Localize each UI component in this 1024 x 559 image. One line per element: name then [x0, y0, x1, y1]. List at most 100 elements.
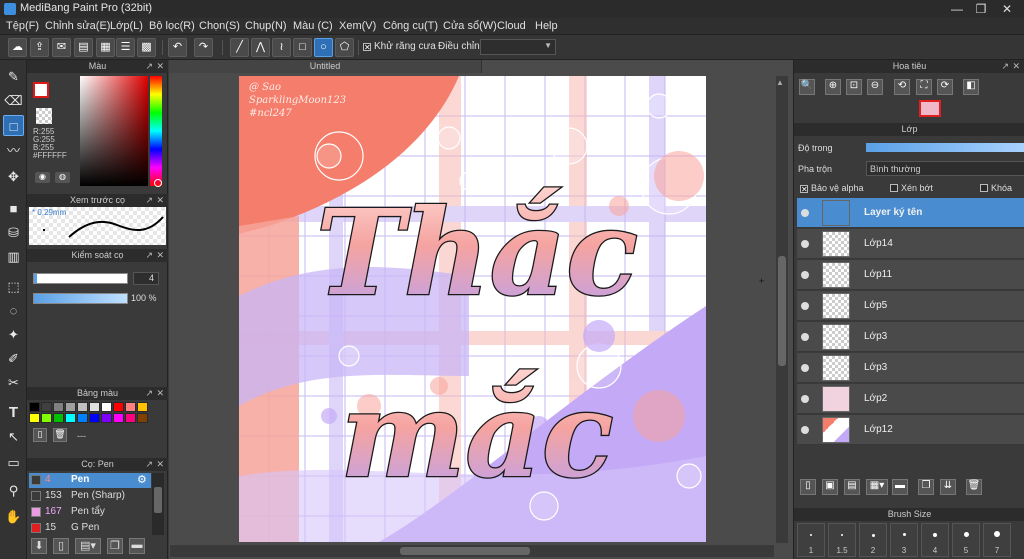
- cloud-icon[interactable]: ☁: [8, 38, 27, 57]
- restore-button[interactable]: ❐: [970, 1, 992, 17]
- new-layer-icon[interactable]: ▯: [800, 479, 816, 495]
- popout-icon[interactable]: ↗: [145, 387, 153, 400]
- rectangle-tool-icon[interactable]: □: [293, 38, 312, 57]
- transparent-swatch[interactable]: [36, 108, 52, 124]
- protect-alpha-checkbox[interactable]: Bảo vệ alpha: [800, 183, 864, 193]
- brush-item[interactable]: 153 Pen (Sharp): [29, 489, 151, 504]
- fit-icon[interactable]: ⊡: [846, 79, 862, 95]
- palette-swatch[interactable]: [113, 413, 124, 423]
- brush-size-preset[interactable]: 4: [921, 523, 949, 557]
- palette-swatch[interactable]: [125, 402, 136, 412]
- grid-icon[interactable]: ▩: [137, 38, 156, 57]
- palette-swatch[interactable]: [41, 402, 52, 412]
- download-brush-icon[interactable]: ⬇: [31, 538, 47, 554]
- popout-icon[interactable]: ↗: [145, 60, 153, 73]
- close-icon[interactable]: ✕: [156, 60, 164, 73]
- layer-row[interactable]: Lớp12: [797, 415, 1024, 445]
- eye-icon[interactable]: [801, 364, 809, 372]
- eye-icon[interactable]: [801, 302, 809, 310]
- close-icon[interactable]: ✕: [156, 387, 164, 400]
- page-icon[interactable]: ▦: [96, 38, 115, 57]
- palette-swatch[interactable]: [65, 402, 76, 412]
- lasso-tool-icon[interactable]: ◌: [3, 300, 24, 321]
- zoom-in-plus-icon[interactable]: ⊕: [825, 79, 841, 95]
- new-8bit-layer-icon[interactable]: ▤: [844, 479, 860, 495]
- hand-tool-icon[interactable]: ✋: [3, 506, 24, 527]
- vertical-scrollbar[interactable]: [776, 76, 788, 543]
- brush-item[interactable]: 4 Pen ⚙: [29, 473, 151, 488]
- menu-select[interactable]: Chọn(S): [199, 20, 240, 32]
- horizontal-scrollbar[interactable]: [170, 545, 774, 557]
- antialias-checkbox[interactable]: Khử răng cưa: [363, 41, 436, 52]
- hue-handle[interactable]: [154, 179, 162, 187]
- close-icon[interactable]: ✕: [156, 194, 164, 207]
- operation-tool-icon[interactable]: ↖: [3, 426, 24, 447]
- blur-tool-icon[interactable]: 〰: [3, 140, 24, 161]
- close-icon[interactable]: ✕: [156, 458, 164, 471]
- share-icon[interactable]: ⇪: [30, 38, 49, 57]
- palette-swatch[interactable]: [89, 413, 100, 423]
- layer-row[interactable]: Lớp5: [797, 291, 1024, 321]
- navigator-preview[interactable]: [919, 100, 941, 117]
- brush-item[interactable]: 167 Pen tẩy: [29, 505, 151, 520]
- reset-view-icon[interactable]: ⛶: [916, 79, 932, 95]
- panel-icon[interactable]: ▤: [74, 38, 93, 57]
- palette-swatch[interactable]: [137, 413, 148, 423]
- close-button[interactable]: ✕: [996, 1, 1018, 17]
- close-icon[interactable]: ✕: [1012, 60, 1020, 73]
- delete-layer-icon[interactable]: 🗑: [966, 479, 982, 495]
- divide-tool-icon[interactable]: ▭: [3, 452, 24, 473]
- palette-swatch[interactable]: [29, 413, 40, 423]
- canvas-tab[interactable]: Untitled: [169, 60, 482, 73]
- popout-icon[interactable]: ↗: [145, 458, 153, 471]
- lock-checkbox[interactable]: Khóa: [980, 183, 1012, 193]
- brush-opacity-slider[interactable]: [33, 293, 128, 304]
- merge-layer-icon[interactable]: ⇊: [940, 479, 956, 495]
- select-pen-icon[interactable]: ✐: [3, 348, 24, 369]
- palette-swatch[interactable]: [113, 402, 124, 412]
- menu-help[interactable]: Help: [535, 20, 558, 32]
- menu-view[interactable]: Xem(V): [339, 20, 376, 32]
- magic-wand-icon[interactable]: ✦: [3, 324, 24, 345]
- folder-icon[interactable]: ▬: [892, 479, 908, 495]
- curve-tool-icon[interactable]: ≀: [272, 38, 291, 57]
- eye-icon[interactable]: [801, 333, 809, 341]
- brush-size-value[interactable]: 4: [133, 272, 159, 285]
- fill-rect-tool-icon[interactable]: ■: [3, 198, 24, 219]
- delete-palette-icon[interactable]: 🗑: [53, 428, 67, 442]
- menu-filter[interactable]: Bộ lọc(R): [149, 20, 195, 32]
- saturation-value-picker[interactable]: [80, 76, 148, 186]
- brush-size-preset[interactable]: 2: [859, 523, 887, 557]
- brush-item[interactable]: 15 G Pen: [29, 521, 151, 536]
- rotate-right-icon[interactable]: ⟳: [937, 79, 953, 95]
- zoom-in-icon[interactable]: 🔍: [799, 79, 815, 95]
- palette-swatch[interactable]: [101, 413, 112, 423]
- brush-size-preset[interactable]: 3: [890, 523, 918, 557]
- new-halftone-layer-icon[interactable]: ▣: [822, 479, 838, 495]
- palette-swatch[interactable]: [77, 413, 88, 423]
- eraser-tool-icon[interactable]: ⌫: [3, 90, 24, 111]
- menu-cloud[interactable]: Cloud: [497, 20, 526, 32]
- gradient-tool-icon[interactable]: ▥: [3, 246, 24, 267]
- brush-menu-icon[interactable]: ▤▾: [75, 538, 101, 554]
- menu-file[interactable]: Tệp(F): [6, 20, 39, 32]
- layer-row[interactable]: Lớp3: [797, 322, 1024, 352]
- menu-tools[interactable]: Công cụ(T): [383, 20, 438, 32]
- popout-icon[interactable]: ↗: [145, 194, 153, 207]
- palette-swatch[interactable]: [53, 402, 64, 412]
- hue-slider[interactable]: [150, 76, 162, 186]
- menu-capture[interactable]: Chụp(N): [245, 20, 287, 32]
- text-tool-icon[interactable]: T: [3, 402, 24, 423]
- palette-swatch[interactable]: [53, 413, 64, 423]
- palette-swatch[interactable]: [77, 402, 88, 412]
- gear-icon[interactable]: ⚙: [137, 473, 147, 486]
- polyline-tool-icon[interactable]: ⋀: [251, 38, 270, 57]
- select-eraser-icon[interactable]: ✂: [3, 372, 24, 393]
- palette-swatch[interactable]: [41, 413, 52, 423]
- layer-row[interactable]: Lớp14: [797, 229, 1024, 259]
- new-palette-icon[interactable]: ▯: [33, 428, 47, 442]
- blend-mode-dropdown[interactable]: Bình thường: [866, 161, 1024, 176]
- rotate-left-icon[interactable]: ⟲: [894, 79, 910, 95]
- palette-swatch[interactable]: [137, 402, 148, 412]
- palette-swatch[interactable]: [125, 413, 136, 423]
